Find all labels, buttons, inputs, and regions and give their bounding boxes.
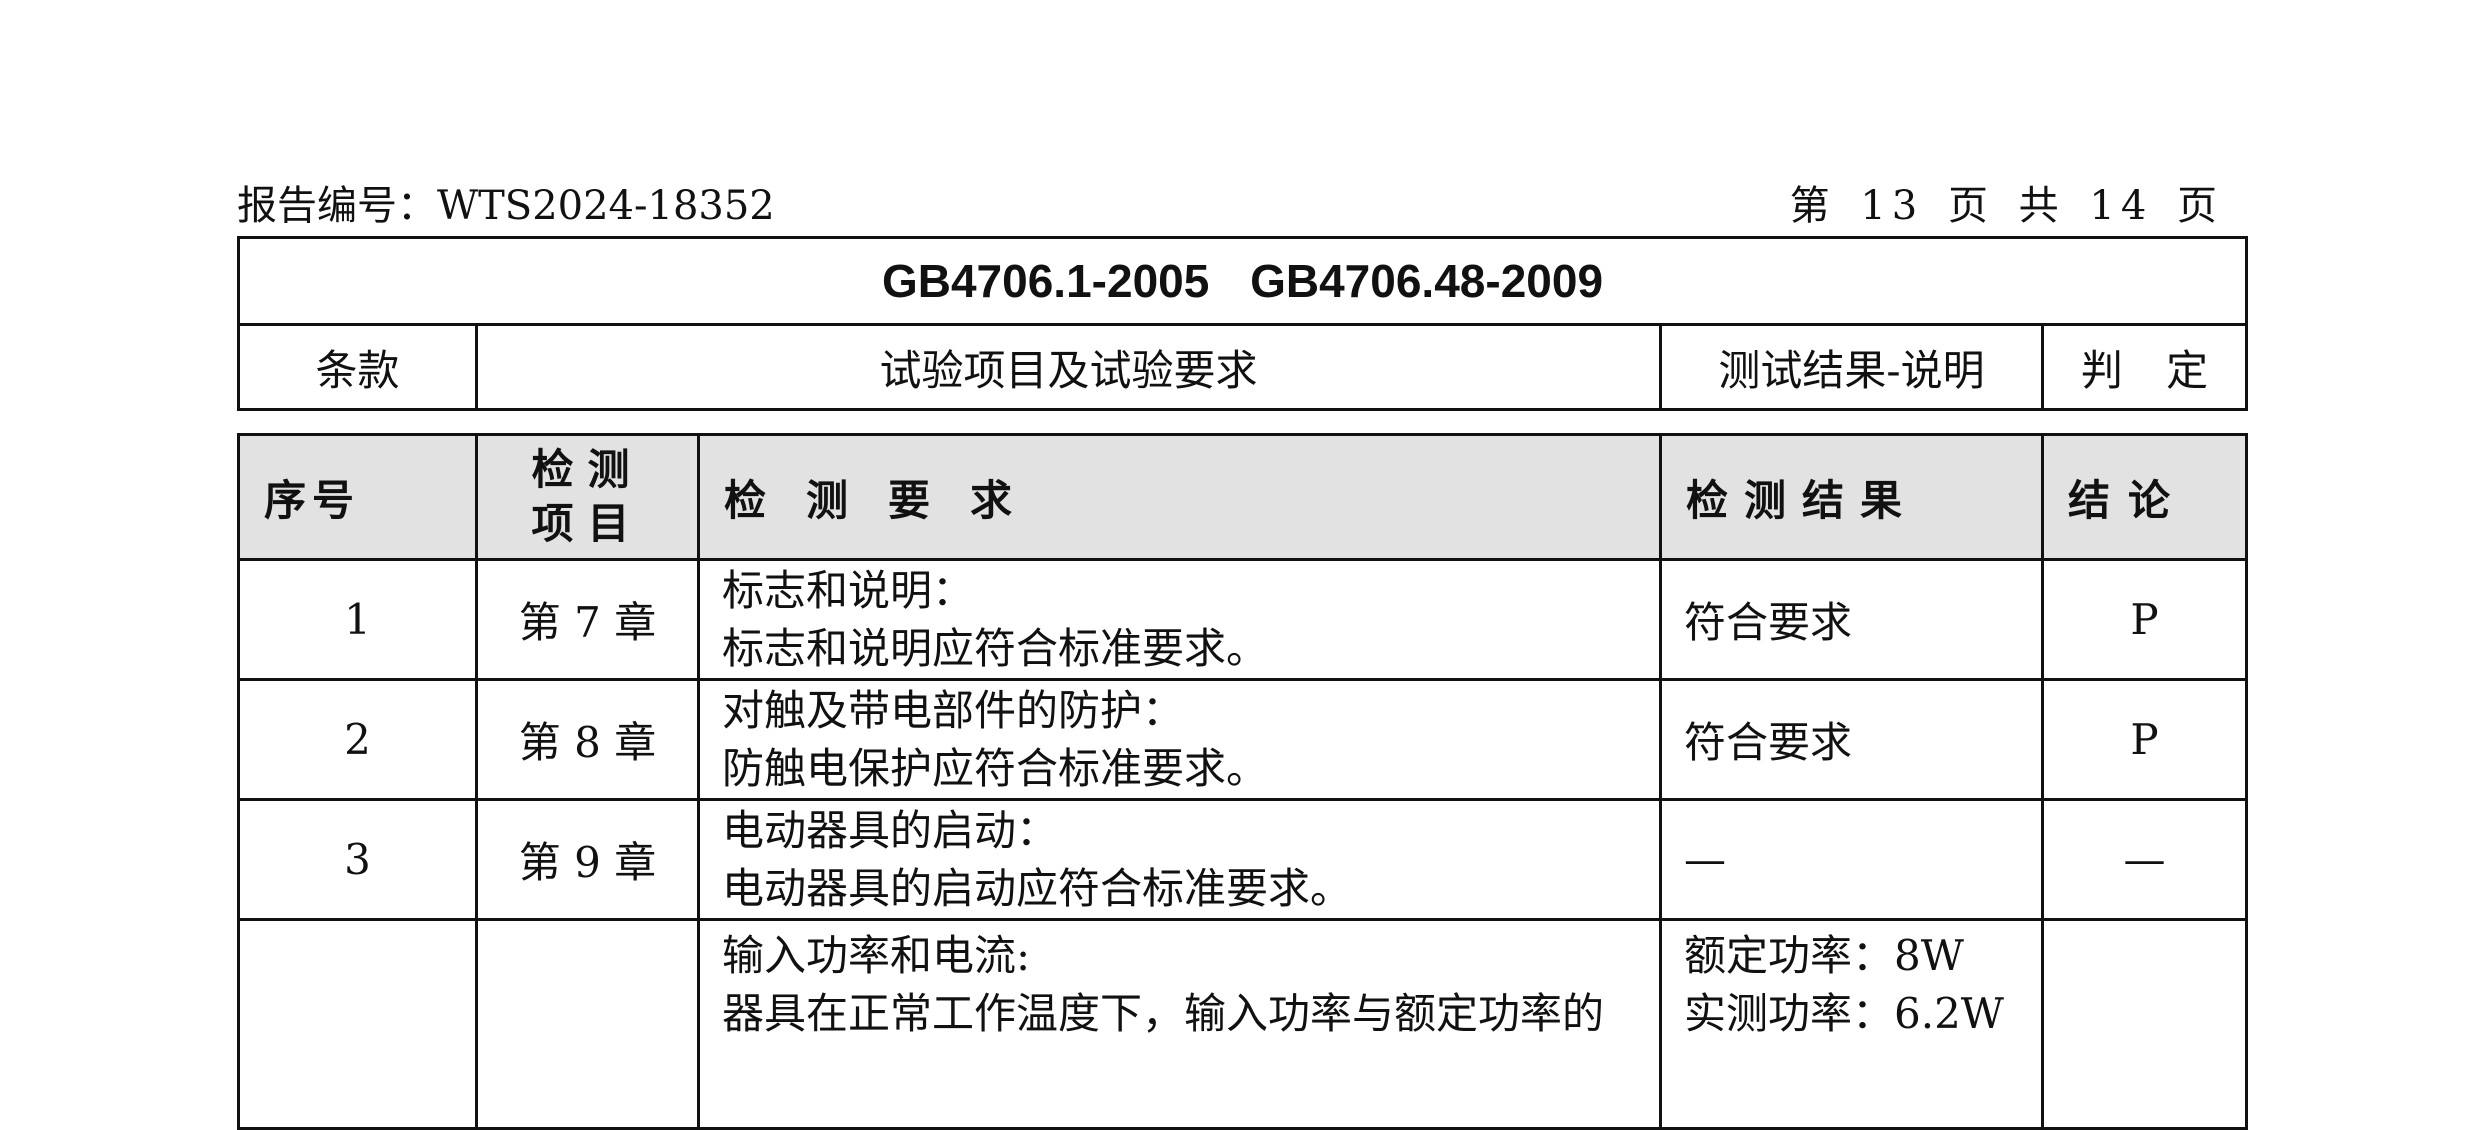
- header-conclusion: 结论: [2041, 433, 2248, 561]
- table-row: 2 第 8 章 对触及带电部件的防护： 防触电保护应符合标准要求。 符合要求 P: [237, 678, 2248, 801]
- table-row: 输入功率和电流: 器具在正常工作温度下，输入功率与额定功率的 额定功率：8W 实…: [237, 918, 2248, 1130]
- row-requirement: 电动器具的启动： 电动器具的启动应符合标准要求。: [697, 798, 1662, 921]
- detection-table: 序号 检测 项目 检测要求 检测结果 结论 1 第 7 章 标志和说明： 标志和…: [237, 433, 2248, 1130]
- table-row: 1 第 7 章 标志和说明： 标志和说明应符合标准要求。 符合要求 P: [237, 558, 2248, 681]
- row-verdict: [2041, 918, 2248, 1130]
- header-requirement: 检测要求: [697, 433, 1662, 561]
- row-requirement: 对触及带电部件的防护： 防触电保护应符合标准要求。: [697, 678, 1662, 801]
- row-result: —: [1659, 798, 2044, 921]
- column-clause: 条款: [237, 323, 478, 411]
- row-result: 符合要求: [1659, 678, 2044, 801]
- row-seq: 2: [237, 678, 478, 801]
- header-result: 检测结果: [1659, 433, 2044, 561]
- column-test-item: 试验项目及试验要求: [475, 323, 1662, 411]
- detection-header-row: 序号 检测 项目 检测要求 检测结果 结论: [237, 433, 2248, 561]
- row-chapter: 第 7 章: [475, 558, 700, 681]
- requirement-text: 器具在正常工作温度下，输入功率与额定功率的: [722, 989, 1605, 1038]
- result-rated-power: 额定功率：8W: [1684, 931, 1964, 980]
- result-measured-power: 实测功率：6.2W: [1684, 989, 2004, 1038]
- requirement-text: 标志和说明应符合标准要求。: [722, 623, 1269, 673]
- row-result: 额定功率：8W 实测功率：6.2W: [1659, 918, 2044, 1130]
- requirement-text: 防触电保护应符合标准要求。: [722, 743, 1269, 793]
- header-seq: 序号: [237, 433, 478, 561]
- requirement-title: 标志和说明：: [722, 565, 975, 615]
- requirement-title: 电动器具的启动：: [722, 805, 1059, 855]
- report-number: 报告编号：WTS2024-18352: [237, 183, 775, 229]
- row-verdict: —: [2041, 798, 2248, 921]
- standard-title: GB4706.1-2005 GB4706.48-2009: [237, 236, 2248, 326]
- column-verdict: 判 定: [2041, 323, 2248, 411]
- report-page: 报告编号：WTS2024-18352 第 13 页 共 14 页 GB4706.…: [0, 0, 2481, 1130]
- row-seq: 3: [237, 798, 478, 921]
- page-indicator: 第 13 页 共 14 页: [1789, 183, 2223, 229]
- row-seq: 1: [237, 558, 478, 681]
- row-chapter: 第 8 章: [475, 678, 700, 801]
- row-verdict: P: [2041, 678, 2248, 801]
- row-chapter: [475, 918, 700, 1130]
- header-item-line2: 项目: [531, 499, 644, 548]
- row-requirement: 标志和说明： 标志和说明应符合标准要求。: [697, 558, 1662, 681]
- column-test-result: 测试结果-说明: [1659, 323, 2044, 411]
- row-chapter: 第 9 章: [475, 798, 700, 921]
- requirement-text: 电动器具的启动应符合标准要求。: [722, 863, 1353, 913]
- table-row: 3 第 9 章 电动器具的启动： 电动器具的启动应符合标准要求。 — —: [237, 798, 2248, 921]
- header-item: 检测 项目: [475, 433, 700, 561]
- row-verdict: P: [2041, 558, 2248, 681]
- row-requirement: 输入功率和电流: 器具在正常工作温度下，输入功率与额定功率的: [697, 918, 1662, 1130]
- row-seq: [237, 918, 478, 1130]
- requirement-title: 输入功率和电流:: [722, 931, 1031, 980]
- header-item-line1: 检测: [531, 445, 644, 494]
- requirement-title: 对触及带电部件的防护：: [722, 685, 1185, 735]
- row-result: 符合要求: [1659, 558, 2044, 681]
- standard-table: GB4706.1-2005 GB4706.48-2009 条款 试验项目及试验要…: [237, 236, 2248, 411]
